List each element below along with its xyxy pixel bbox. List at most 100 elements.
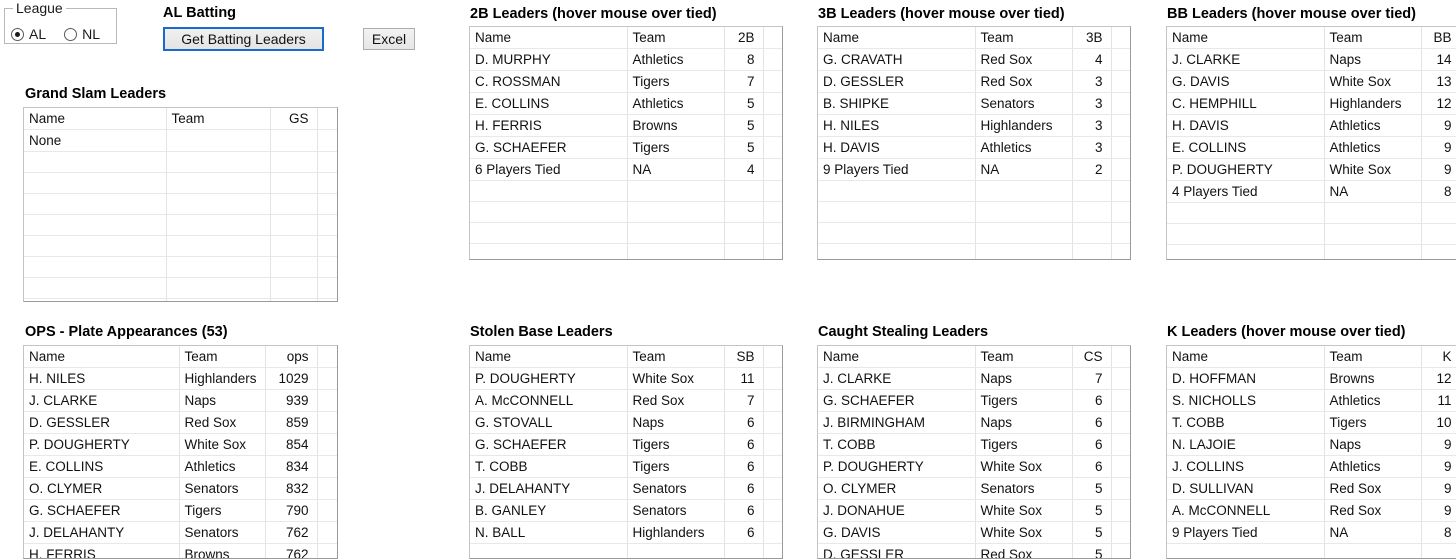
table-row[interactable] bbox=[470, 222, 782, 244]
get-batting-leaders-button[interactable]: Get Batting Leaders bbox=[163, 27, 324, 51]
batting-title: AL Batting bbox=[163, 5, 237, 21]
table-row[interactable] bbox=[24, 172, 337, 194]
table-row[interactable] bbox=[1167, 244, 1456, 259]
table-row[interactable]: 4 Players Tied NA 8 bbox=[1167, 180, 1456, 203]
table-row[interactable]: O. CLYMER Senators 832 bbox=[24, 477, 337, 500]
table-row[interactable]: S. NICHOLLS Athletics 11 bbox=[1167, 389, 1456, 412]
table-row[interactable]: E. COLLINS Athletics 9 bbox=[1167, 136, 1456, 159]
table-row[interactable]: T. COBB Tigers 10 bbox=[1167, 411, 1456, 434]
table-row[interactable]: O. CLYMER Senators 5 bbox=[818, 477, 1130, 500]
table-row[interactable] bbox=[470, 243, 782, 259]
caught-stealing-table-wrap[interactable]: Name Team CS J. CLARKE Naps 7 G. SCHAEFER Tiger… bbox=[817, 345, 1131, 559]
table-row[interactable] bbox=[818, 180, 1130, 202]
table-row[interactable]: C. ROSSMAN Tigers 7 bbox=[470, 70, 782, 93]
table-row[interactable] bbox=[1167, 202, 1456, 224]
table-row[interactable]: J. DONAHUE White Sox 5 bbox=[818, 499, 1130, 522]
strikeouts-grid[interactable]: Name Team K D. HOFFMAN Browns 12 S. NICHOLLS At… bbox=[1167, 346, 1456, 558]
table-row[interactable]: 9 Players Tied NA 2 bbox=[818, 158, 1130, 181]
table-row[interactable]: D. MURPHY Athletics 8 bbox=[470, 48, 782, 71]
table-row[interactable]: None bbox=[24, 129, 337, 152]
table-row[interactable]: E. COLLINS Athletics 834 bbox=[24, 455, 337, 478]
table-row[interactable]: N. LAJOIE Naps 9 bbox=[1167, 433, 1456, 456]
caught_stealing-grid[interactable]: Name Team CS J. CLARKE Naps 7 G. SCHAEFER Tiger… bbox=[818, 346, 1130, 558]
table-row[interactable]: D. SULLIVAN Red Sox 9 bbox=[1167, 477, 1456, 500]
triples-table-wrap[interactable]: Name Team 3B G. CRAVATH Red Sox 4 D. GESSLER Re… bbox=[817, 26, 1131, 260]
grand-slam-table-wrap[interactable]: Name Team GS None bbox=[23, 107, 338, 302]
table-row[interactable] bbox=[818, 222, 1130, 244]
table-row[interactable]: J. DELAHANTY Senators 762 bbox=[24, 521, 337, 544]
table-row[interactable]: P. DOUGHERTY White Sox 9 bbox=[1167, 158, 1456, 181]
table-row[interactable]: G. CRAVATH Red Sox 4 bbox=[818, 48, 1130, 71]
strikeouts-table-wrap[interactable]: Name Team K D. HOFFMAN Browns 12 S. NICHOLLS At… bbox=[1166, 345, 1456, 559]
table-row[interactable]: A. McCONNELL Red Sox 9 bbox=[1167, 499, 1456, 522]
table-row[interactable]: T. COBB Tigers 6 bbox=[818, 433, 1130, 456]
table-row[interactable]: C. HEMPHILL Highlanders 12 bbox=[1167, 92, 1456, 115]
table-row[interactable]: E. COLLINS Athletics 5 bbox=[470, 92, 782, 115]
table-row[interactable]: J. CLARKE Naps 14 bbox=[1167, 48, 1456, 71]
table-row[interactable]: N. BALL Highlanders 6 bbox=[470, 521, 782, 544]
table-row[interactable]: J. DELAHANTY Senators 6 bbox=[470, 477, 782, 500]
table-row[interactable]: 9 Players Tied NA 8 bbox=[1167, 521, 1456, 544]
table-row[interactable]: D. HOFFMAN Browns 12 bbox=[1167, 367, 1456, 390]
walks-grid[interactable]: Name Team BB J. CLARKE Naps 14 G. DAVIS White S… bbox=[1167, 27, 1456, 259]
table-row[interactable]: T. COBB Tigers 6 bbox=[470, 455, 782, 478]
table-row[interactable]: H. FERRIS Browns 5 bbox=[470, 114, 782, 137]
table-row[interactable]: G. SCHAEFER Tigers 5 bbox=[470, 136, 782, 159]
doubles-table-wrap[interactable]: Name Team 2B D. MURPHY Athletics 8 C. ROSSMAN T… bbox=[469, 26, 783, 260]
table-row[interactable] bbox=[24, 256, 337, 278]
table-row[interactable]: J. COLLINS Athletics 9 bbox=[1167, 455, 1456, 478]
table-row[interactable]: G. DAVIS White Sox 5 bbox=[818, 521, 1130, 544]
table-row[interactable]: G. STOVALL Naps 6 bbox=[470, 411, 782, 434]
table-row[interactable]: 6 Players Tied NA 4 bbox=[470, 158, 782, 181]
table-row[interactable] bbox=[818, 243, 1130, 259]
table-row[interactable]: D. GESSLER Red Sox 859 bbox=[24, 411, 337, 434]
table-row[interactable] bbox=[470, 201, 782, 223]
table-row[interactable]: H. DAVIS Athletics 3 bbox=[818, 136, 1130, 159]
stolen_base-grid[interactable]: Name Team SB P. DOUGHERTY White Sox 11 A. McCO… bbox=[470, 346, 782, 558]
table-row[interactable]: G. SCHAEFER Tigers 6 bbox=[470, 433, 782, 456]
table-row[interactable]: J. BIRMINGHAM Naps 6 bbox=[818, 411, 1130, 434]
table-row[interactable]: B. GANLEY Senators 6 bbox=[470, 499, 782, 522]
table-row[interactable] bbox=[24, 193, 337, 215]
grand_slam-grid[interactable]: Name Team GS None bbox=[24, 108, 337, 301]
walks-table-wrap[interactable]: Name Team BB J. CLARKE Naps 14 G. DAVIS White S… bbox=[1166, 26, 1456, 260]
table-row[interactable]: H. NILES Highlanders 3 bbox=[818, 114, 1130, 137]
table-row[interactable]: D. GESSLER Red Sox 3 bbox=[818, 70, 1130, 93]
table-row[interactable] bbox=[24, 151, 337, 173]
excel-button[interactable]: Excel bbox=[363, 28, 415, 50]
table-row[interactable]: P. DOUGHERTY White Sox 854 bbox=[24, 433, 337, 456]
table-row[interactable]: G. DAVIS White Sox 13 bbox=[1167, 70, 1456, 93]
radio-icon-nl[interactable] bbox=[64, 28, 78, 41]
ops-grid[interactable]: Name Team ops H. NILES Highlanders 1029 J. CLA… bbox=[24, 346, 337, 558]
table-row[interactable]: H. FERRIS Browns 762 bbox=[24, 543, 337, 558]
table-row[interactable] bbox=[24, 298, 337, 301]
table-row[interactable] bbox=[470, 180, 782, 202]
table-row[interactable] bbox=[470, 543, 782, 558]
table-row[interactable]: H. NILES Highlanders 1029 bbox=[24, 367, 337, 390]
radio-icon-al[interactable] bbox=[11, 28, 24, 41]
table-row[interactable] bbox=[24, 277, 337, 299]
doubles-grid[interactable]: Name Team 2B D. MURPHY Athletics 8 C. ROSSMAN T… bbox=[470, 27, 782, 259]
table-row[interactable]: H. DAVIS Athletics 9 bbox=[1167, 114, 1456, 137]
table-row[interactable] bbox=[24, 214, 337, 236]
table-row[interactable] bbox=[818, 201, 1130, 223]
table-row[interactable]: B. SHIPKE Senators 3 bbox=[818, 92, 1130, 115]
table-row[interactable]: D. GESSLER Red Sox 5 bbox=[818, 543, 1130, 558]
triples-grid[interactable]: Name Team 3B G. CRAVATH Red Sox 4 D. GESSLER Re… bbox=[818, 27, 1130, 259]
table-row[interactable]: G. SCHAEFER Tigers 6 bbox=[818, 389, 1130, 412]
table-row[interactable] bbox=[1167, 543, 1456, 558]
table-row[interactable] bbox=[1167, 223, 1456, 245]
table-cell: Tigers bbox=[627, 70, 725, 93]
ops-table-wrap[interactable]: Name Team ops H. NILES Highlanders 1029 J. CLA… bbox=[23, 345, 338, 559]
radio-option-nl[interactable]: NL bbox=[64, 27, 100, 42]
table-row[interactable]: P. DOUGHERTY White Sox 11 bbox=[470, 367, 782, 390]
table-cell bbox=[317, 389, 337, 412]
table-row[interactable]: G. SCHAEFER Tigers 790 bbox=[24, 499, 337, 522]
table-row[interactable]: P. DOUGHERTY White Sox 6 bbox=[818, 455, 1130, 478]
table-row[interactable]: J. CLARKE Naps 939 bbox=[24, 389, 337, 412]
table-row[interactable] bbox=[24, 235, 337, 257]
radio-option-al[interactable]: AL bbox=[11, 27, 46, 42]
table-row[interactable]: J. CLARKE Naps 7 bbox=[818, 367, 1130, 390]
stolen-base-table-wrap[interactable]: Name Team SB P. DOUGHERTY White Sox 11 A. McCO… bbox=[469, 345, 783, 559]
table-row[interactable]: A. McCONNELL Red Sox 7 bbox=[470, 389, 782, 412]
